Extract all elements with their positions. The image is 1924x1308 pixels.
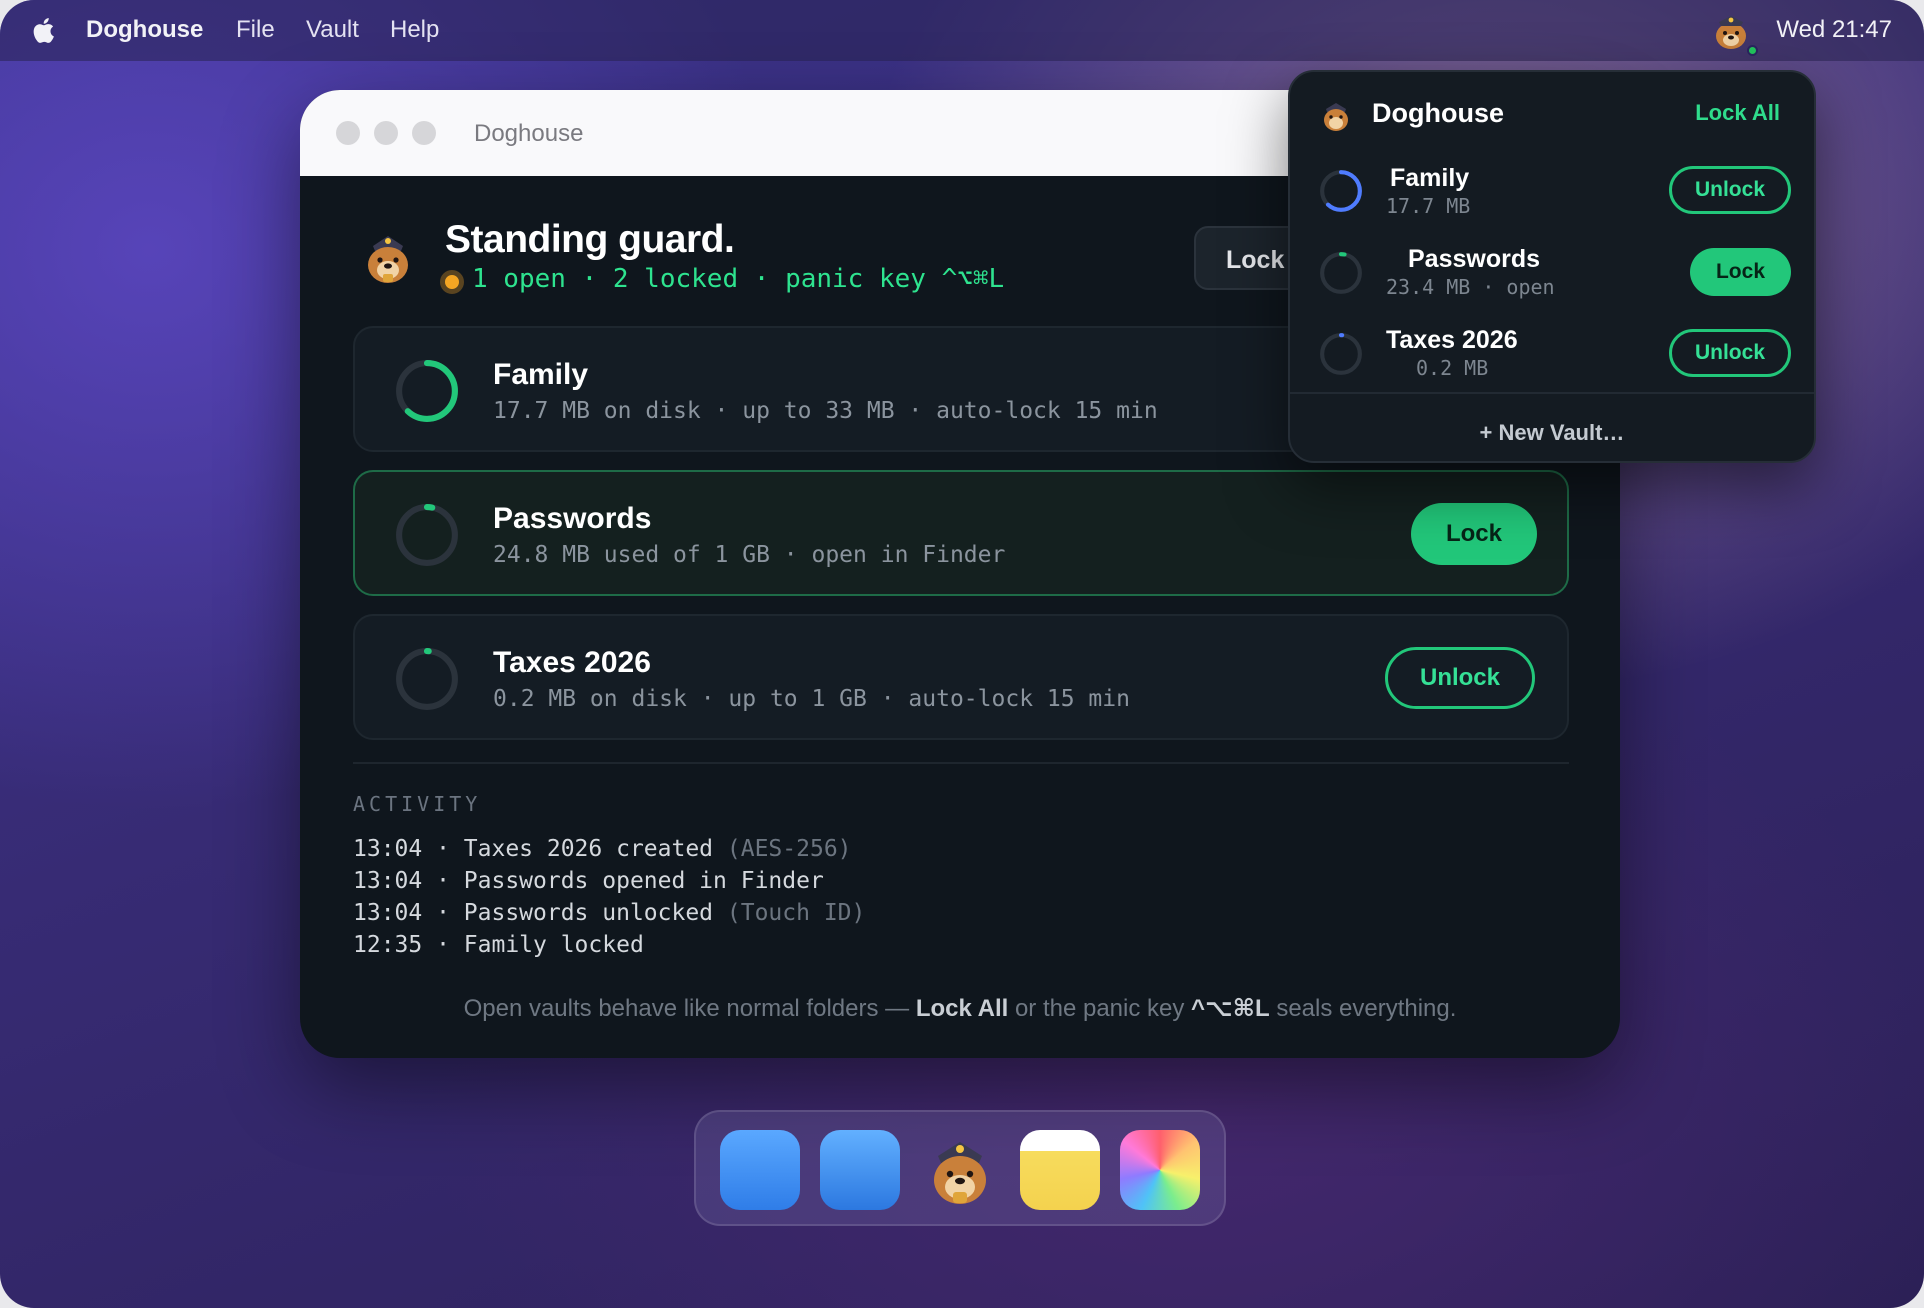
- menu-vault[interactable]: Vault: [306, 16, 359, 44]
- popover-title: Doghouse: [1372, 98, 1504, 128]
- activity-heading: ACTIVITY: [353, 792, 482, 816]
- popover-vault-meta: 23.4 MB · open: [1386, 275, 1555, 299]
- vault-meta: 24.8 MB used of 1 GB · open in Finder: [493, 542, 1006, 568]
- popover-vault-meta: 0.2 MB: [1416, 356, 1489, 380]
- desktop: Doghouse File Vault Help Wed 21:47 Dogho…: [0, 0, 1924, 1308]
- vault-name: Taxes 2026: [493, 646, 651, 679]
- vault-progress-ring: [396, 360, 458, 422]
- status-summary: 1 open · 2 locked · panic key ^⌥⌘L: [472, 264, 1005, 294]
- activity-entry: 12:35 · Family locked: [353, 932, 644, 958]
- vault-progress-ring: [1320, 170, 1362, 212]
- divider: [1290, 392, 1814, 394]
- menu-file[interactable]: File: [236, 16, 275, 44]
- bulldog-icon: [368, 236, 408, 283]
- ring-track: [1320, 333, 1362, 375]
- menu-clock[interactable]: Wed 21:47: [1776, 16, 1892, 44]
- close-button[interactable]: [336, 121, 360, 145]
- minimize-button[interactable]: [374, 121, 398, 145]
- status-dot: [440, 270, 464, 294]
- zoom-button[interactable]: [412, 121, 436, 145]
- vault-progress-ring: [1320, 333, 1362, 375]
- popover-vault-name: Family: [1390, 164, 1470, 192]
- activity-entry: 13:04 · Passwords opened in Finder: [353, 868, 824, 894]
- menu-app-name[interactable]: Doghouse: [86, 16, 203, 44]
- lock-button[interactable]: Lock: [1411, 503, 1537, 565]
- activity-entry: 13:04 · Passwords unlocked (Touch ID): [353, 900, 866, 926]
- doghouse-app-icon[interactable]: [920, 1130, 1000, 1210]
- window-title: Doghouse: [474, 120, 584, 147]
- bulldog-icon: [1324, 103, 1348, 131]
- ring-track: [1320, 252, 1362, 294]
- vault-name: Family: [493, 358, 589, 391]
- vault-progress-ring: [396, 504, 458, 566]
- popover-unlock-button[interactable]: Unlock: [1669, 329, 1791, 377]
- vault-name: Passwords: [493, 502, 652, 535]
- tray-popover: Doghouse Lock All Family 17.7 MB Unlock …: [1288, 70, 1816, 463]
- apple-menu-icon[interactable]: [29, 15, 55, 45]
- dock: [694, 1110, 1226, 1226]
- popover-unlock-button[interactable]: Unlock: [1669, 166, 1791, 214]
- vault-card-passwords[interactable]: Passwords 24.8 MB used of 1 GB · open in…: [353, 470, 1569, 596]
- vault-card-taxes[interactable]: Taxes 2026 0.2 MB on disk · up to 1 GB ·…: [353, 614, 1569, 740]
- activity-entry: 13:04 · Taxes 2026 created (AES-256): [353, 836, 852, 862]
- ring-track: [396, 648, 458, 710]
- tray-status-dot: [1747, 45, 1758, 56]
- finder-app-icon[interactable]: [720, 1130, 800, 1210]
- divider: [353, 762, 1569, 764]
- popover-lock-button[interactable]: Lock: [1690, 248, 1791, 296]
- menu-bar: Doghouse File Vault Help Wed 21:47: [0, 0, 1924, 61]
- vault-progress-ring: [1320, 252, 1362, 294]
- popover-lock-all-button[interactable]: Lock All: [1695, 100, 1780, 126]
- popover-vault-meta: 17.7 MB: [1386, 194, 1471, 218]
- footer-hint: Open vaults behave like normal folders —…: [463, 995, 1457, 1022]
- menu-help[interactable]: Help: [390, 16, 439, 44]
- photos-app-icon[interactable]: [1120, 1130, 1200, 1210]
- safari-app-icon[interactable]: [820, 1130, 900, 1210]
- vault-meta: 0.2 MB on disk · up to 1 GB · auto-lock …: [493, 686, 1130, 712]
- vault-progress-ring: [396, 648, 458, 710]
- popover-vault-name: Taxes 2026: [1386, 326, 1518, 354]
- bulldog-icon[interactable]: [1711, 12, 1751, 52]
- ring-track: [396, 504, 458, 566]
- vault-meta: 17.7 MB on disk · up to 33 MB · auto-loc…: [493, 398, 1158, 424]
- new-vault-button[interactable]: + New Vault…: [1290, 420, 1814, 446]
- hero-title: Standing guard.: [445, 218, 735, 261]
- unlock-button[interactable]: Unlock: [1385, 647, 1535, 709]
- notes-app-icon[interactable]: [1020, 1130, 1100, 1210]
- popover-vault-name: Passwords: [1408, 245, 1541, 273]
